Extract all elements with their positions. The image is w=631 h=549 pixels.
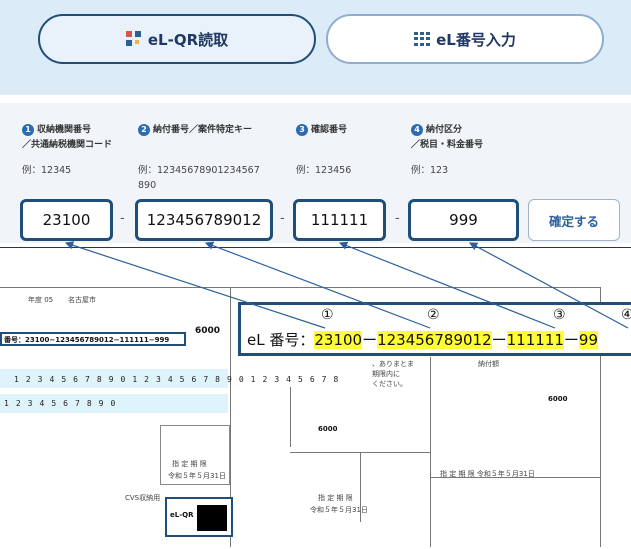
field-2-heading: 2 納付番号／案件特定キー — [138, 123, 252, 138]
doc-digits-row-2: 1 2 3 4 5 6 7 8 9 0 — [4, 399, 117, 408]
field-1-title: 収納機関番号 — [37, 125, 92, 135]
field-4-subtitle: ／税目・料金番号 — [411, 140, 484, 150]
field-1-subtitle: ／共通納税機関コード — [22, 140, 113, 150]
number-grid-icon — [414, 32, 431, 46]
el-qr-code-box: eL-QR — [165, 497, 233, 537]
doc-amount: 6000 — [195, 326, 221, 336]
separator: - — [280, 211, 285, 226]
field-number-badge: 4 — [411, 124, 423, 136]
field-4-heading: 4 納付区分 ／税目・料金番号 — [411, 123, 483, 153]
payment-category-input[interactable]: 999 — [408, 199, 519, 241]
doc-deadline-label: 指 定 期 限 — [172, 460, 207, 468]
field-3-title: 確認番号 — [311, 125, 348, 135]
doc-deadline-right: 指 定 期 限 令和５年５月31日 — [440, 470, 535, 478]
tab-el-qr-label: eL-QR読取 — [147, 30, 229, 49]
confirmation-number-input[interactable]: 111111 — [293, 199, 386, 241]
doc-deadline-label-mid: 指 定 期 限 — [318, 494, 353, 502]
field-number-badge: 2 — [138, 124, 150, 136]
doc-deadline-date: 令和５年５月31日 — [168, 472, 226, 480]
field-number-badge: 1 — [22, 124, 34, 136]
doc-amount-mid: 6000 — [318, 425, 338, 433]
el-number-callout: ① ② ③ ④ eL 番号：23100ー123456789012ー111111ー… — [238, 302, 631, 356]
confirm-button[interactable]: 確定する — [528, 199, 620, 241]
doc-amount-right: 6000 — [548, 395, 568, 403]
field-3-example: 例：123456 — [296, 165, 352, 176]
qr-code-image — [197, 505, 227, 531]
field-2-title: 納付番号／案件特定キー — [153, 125, 253, 135]
collection-agency-number-input[interactable]: 23100 — [20, 199, 113, 241]
field-1-example: 例：12345 — [22, 165, 72, 176]
qr-label: eL-QR — [170, 511, 194, 519]
field-4-example: 例：123 — [411, 165, 449, 176]
separator: - — [120, 211, 125, 226]
doc-note: 、ありまとま 期限内に ください。 — [372, 360, 414, 388]
doc-deadline-date-mid: 令和５年５月31日 — [310, 506, 368, 514]
field-4-title: 納付区分 — [426, 125, 463, 135]
field-2-example: 例：12345678901234567 890 — [138, 165, 260, 191]
doc-payment-label: 納付額 — [478, 360, 499, 368]
doc-city: 名古屋市 — [68, 296, 96, 304]
payment-number-input[interactable]: 123456789012 — [135, 199, 273, 241]
separator: - — [395, 211, 400, 226]
callout-el-number: eL 番号：23100ー123456789012ー111111ー99 — [247, 331, 599, 349]
callout-markers: ① ② ③ ④ — [321, 307, 631, 323]
tab-el-number-input[interactable]: eL番号入力 — [326, 14, 604, 64]
field-1-heading: 1 収納機関番号 ／共通納税機関コード — [22, 123, 112, 153]
doc-digits-row-1: 1 2 3 4 5 6 7 8 9 0 1 2 3 4 5 6 7 8 9 0 … — [14, 375, 340, 384]
input-method-tab-bar: eL-QR読取 eL番号入力 — [0, 0, 631, 95]
tab-el-number-label: eL番号入力 — [436, 30, 516, 49]
doc-year: 年度 05 — [28, 296, 54, 304]
field-number-badge: 3 — [296, 124, 308, 136]
qr-code-icon — [125, 31, 142, 47]
el-number-form: 1 収納機関番号 ／共通納税機関コード 2 納付番号／案件特定キー 3 確認番号 4納… — [0, 103, 631, 243]
field-3-heading: 3 確認番号 — [296, 123, 347, 138]
payment-slip-image: 年度 05 名古屋市 6000 番号：23100−123456789012−11… — [0, 247, 631, 549]
doc-cvs-label: CVS収納用 — [125, 494, 161, 502]
el-number-highlight-box — [0, 332, 186, 346]
tab-el-qr-read[interactable]: eL-QR読取 — [38, 14, 316, 64]
